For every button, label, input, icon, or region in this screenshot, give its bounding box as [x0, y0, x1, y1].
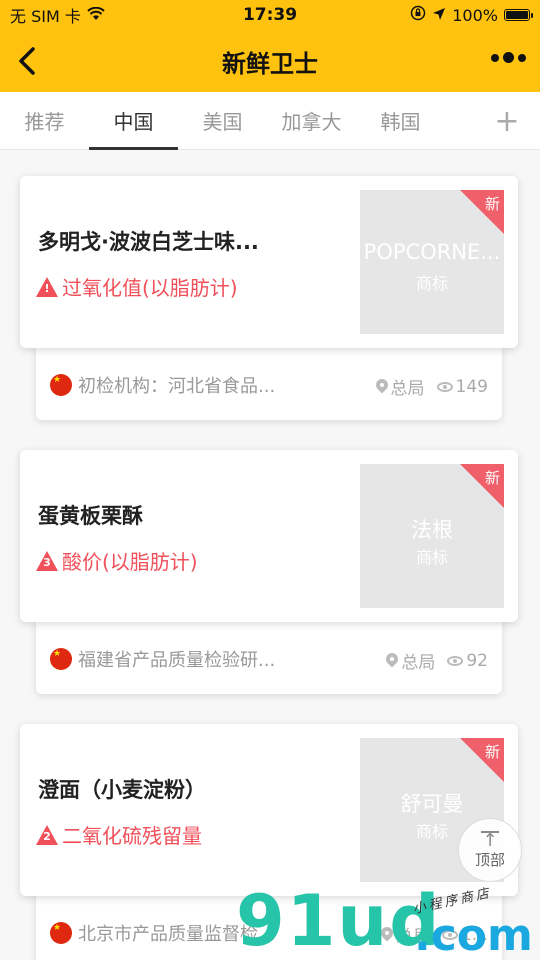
warning-icon: 3	[36, 550, 58, 571]
country-tabs: 推荐 中国 美国 加拿大 韩国 +	[0, 92, 540, 150]
card-footer: 北京市产品质量监督检... 总局 1...	[36, 892, 502, 960]
add-tab-button[interactable]: +	[482, 92, 532, 150]
new-badge: 新	[484, 743, 500, 761]
status-left: 无 SIM 卡	[10, 3, 190, 27]
product-card-main[interactable]: 澄面（小麦淀粉） 2 二氧化硫残留量 舒可曼 商标 新	[20, 724, 518, 896]
product-card-main[interactable]: 多明戈·波波白芝士味... ! 过氧化值(以脂肪计) POPCORNE... 商…	[20, 176, 518, 348]
views-item: 149	[436, 376, 488, 397]
status-right: 100%	[350, 5, 533, 25]
eye-icon	[436, 381, 453, 392]
tab-recommend[interactable]: 推荐	[0, 92, 89, 150]
eye-icon	[441, 929, 458, 940]
battery-icon	[504, 9, 533, 21]
issue-line: 2 二氧化硫残留量	[36, 820, 202, 849]
tab-korea[interactable]: 韩国	[356, 92, 445, 150]
issue-line: 3 酸价(以脂肪计)	[36, 546, 198, 575]
rotation-lock-icon	[410, 5, 426, 25]
status-bar: 无 SIM 卡 17:39 100%	[0, 0, 540, 30]
more-dot	[518, 53, 526, 62]
location-item: 总局	[386, 648, 435, 673]
views-item: 92	[447, 651, 488, 671]
card-footer: 初检机构：河北省食品... 总局 149	[36, 344, 502, 420]
brand-name: 舒可曼	[400, 792, 464, 816]
inspection-org: 福建省产品质量检验研...	[78, 650, 276, 671]
location-text: 总局	[395, 927, 430, 947]
location-item: 总局	[376, 374, 425, 399]
location-item: 总局	[381, 922, 430, 947]
product-image: 法根 商标 新	[360, 464, 504, 608]
china-flag-icon	[50, 922, 72, 944]
issue-text: 过氧化值(以脂肪计)	[62, 276, 238, 300]
location-pin-icon	[376, 379, 388, 395]
location-text: 总局	[401, 653, 436, 673]
views-count: 149	[455, 376, 488, 397]
product-image: POPCORNE... 商标 新	[360, 190, 504, 334]
brand-name: POPCORNE...	[363, 240, 501, 264]
card-meta: 总局 1...	[381, 922, 488, 947]
views-count: 92	[466, 650, 488, 671]
page-title: 新鲜卫士	[222, 49, 318, 78]
china-flag-icon	[50, 648, 72, 670]
back-to-top-button[interactable]: ↑ 顶部	[458, 818, 522, 882]
inspection-org: 初检机构：河北省食品...	[78, 376, 276, 397]
brand-sub: 商标	[415, 548, 448, 567]
clock: 17:39	[242, 5, 298, 25]
card-meta: 总局 149	[376, 374, 488, 399]
issue-text: 酸价(以脂肪计)	[62, 550, 198, 574]
warning-icon: !	[36, 276, 58, 297]
product-name: 澄面（小麦淀粉）	[38, 778, 206, 802]
back-button[interactable]	[12, 44, 42, 78]
product-name: 蛋黄板栗酥	[38, 504, 143, 528]
more-button[interactable]	[491, 52, 526, 63]
battery-percent: 100%	[452, 5, 498, 25]
inspection-org: 北京市产品质量监督检...	[78, 924, 276, 945]
views-item: 1...	[441, 924, 488, 945]
card-meta: 总局 92	[386, 648, 488, 673]
more-dot	[491, 53, 499, 62]
brand-sub: 商标	[415, 274, 448, 293]
views-count: 1...	[460, 924, 488, 945]
product-card-main[interactable]: 蛋黄板栗酥 3 酸价(以脂肪计) 法根 商标 新	[20, 450, 518, 622]
issue-line: ! 过氧化值(以脂肪计)	[36, 272, 238, 301]
chevron-left-icon	[19, 47, 35, 75]
brand-name: 法根	[411, 518, 453, 542]
wifi-icon	[87, 6, 105, 25]
card-footer: 福建省产品质量检验研... 总局 92	[36, 618, 502, 694]
tab-canada[interactable]: 加拿大	[267, 92, 356, 150]
location-text: 总局	[390, 379, 425, 399]
tab-usa[interactable]: 美国	[178, 92, 267, 150]
more-dot	[503, 52, 514, 63]
arrow-up-icon: ↑	[481, 829, 499, 851]
china-flag-icon	[50, 374, 72, 396]
issue-text: 二氧化硫残留量	[62, 824, 202, 848]
location-arrow-icon	[432, 6, 446, 25]
carrier-label: 无 SIM 卡	[10, 7, 81, 26]
tab-china[interactable]: 中国	[89, 92, 178, 150]
new-badge: 新	[484, 469, 500, 487]
product-name: 多明戈·波波白芝士味...	[38, 230, 259, 254]
location-pin-icon	[381, 927, 393, 943]
back-to-top-label: 顶部	[474, 850, 505, 869]
eye-icon	[447, 655, 464, 666]
new-badge: 新	[484, 195, 500, 213]
nav-bar: 新鲜卫士	[0, 30, 540, 92]
warning-icon: 2	[36, 824, 58, 845]
location-pin-icon	[386, 653, 398, 669]
